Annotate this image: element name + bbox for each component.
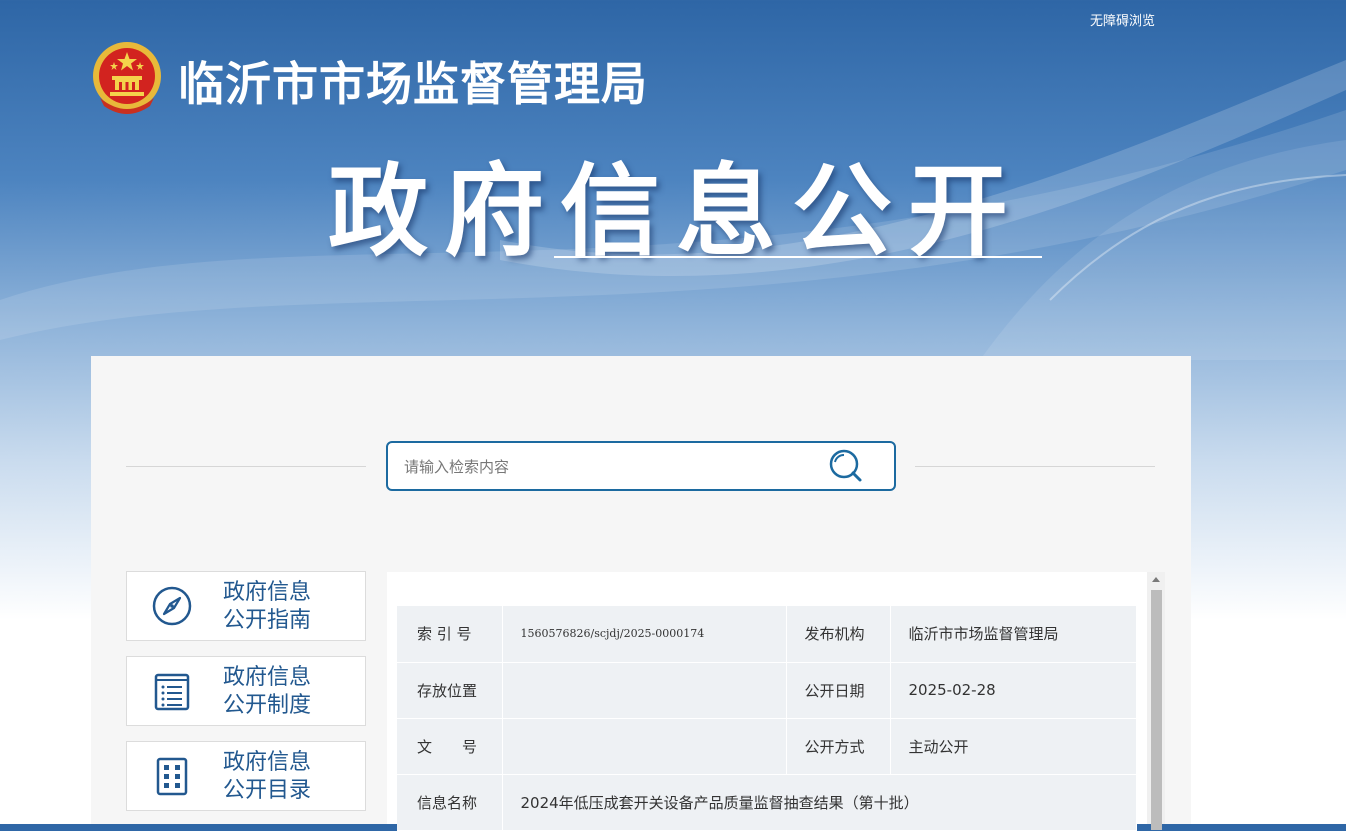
- compass-icon: [152, 586, 192, 626]
- location-value: [502, 662, 787, 719]
- nav-label-line1: 政府信息: [223, 750, 312, 775]
- location-label: 存放位置: [397, 662, 503, 719]
- info-table: 索 引 号 1560576826/scjdj/2025-0000174 发布机构…: [397, 606, 1137, 831]
- index-label: 索 引 号: [397, 606, 503, 663]
- main-panel: 政府信息 公开指南 政府信息 公开制度 政府信息 公开目录: [91, 356, 1191, 831]
- nav-label: 政府信息 公开指南: [223, 579, 353, 635]
- search-divider-left: [126, 466, 366, 467]
- nav-label-line1: 政府信息: [223, 580, 312, 605]
- mode-value: 主动公开: [890, 718, 1137, 775]
- table-row: 存放位置 公开日期 2025-02-28: [397, 662, 1137, 719]
- info-content-area: 索 引 号 1560576826/scjdj/2025-0000174 发布机构…: [387, 572, 1165, 831]
- mode-label: 公开方式: [786, 718, 891, 775]
- nav-label-line1: 政府信息: [223, 665, 312, 690]
- scroll-up-arrow-icon[interactable]: [1147, 572, 1165, 589]
- table-row: 文 号 公开方式 主动公开: [397, 718, 1137, 775]
- index-value: 1560576826/scjdj/2025-0000174: [502, 606, 787, 663]
- search-icon[interactable]: [826, 447, 866, 485]
- nav-card-system[interactable]: 政府信息 公开制度: [126, 656, 366, 726]
- content-scrollbar[interactable]: [1147, 572, 1165, 830]
- banner-underline: [554, 256, 1042, 258]
- table-row: 信息名称 2024年低压成套开关设备产品质量监督抽查结果（第十批）: [397, 774, 1137, 831]
- name-value: 2024年低压成套开关设备产品质量监督抽查结果（第十批）: [502, 774, 1137, 831]
- search-divider-right: [915, 466, 1155, 467]
- banner-title: 政府信息公开: [328, 153, 1024, 270]
- date-value: 2025-02-28: [890, 662, 1137, 719]
- scroll-thumb[interactable]: [1151, 590, 1162, 830]
- date-label: 公开日期: [786, 662, 891, 719]
- search-box: [386, 441, 896, 491]
- publisher-value: 临沂市市场监督管理局: [890, 606, 1137, 663]
- site-name: 临沂市市场监督管理局: [178, 57, 648, 111]
- docno-value: [502, 718, 787, 775]
- accessibility-link[interactable]: 无障碍浏览: [1090, 10, 1155, 29]
- nav-label-line2: 公开指南: [223, 608, 312, 633]
- nav-label-line2: 公开制度: [223, 693, 312, 718]
- table-row: 索 引 号 1560576826/scjdj/2025-0000174 发布机构…: [397, 606, 1137, 663]
- nav-card-catalog[interactable]: 政府信息 公开目录: [126, 741, 366, 811]
- docno-label: 文 号: [397, 718, 503, 775]
- list-document-icon: [154, 673, 190, 711]
- name-label: 信息名称: [397, 774, 503, 831]
- national-emblem: [93, 42, 161, 114]
- catalog-grid-icon: [156, 757, 188, 796]
- publisher-label: 发布机构: [786, 606, 891, 663]
- nav-label: 政府信息 公开目录: [223, 749, 353, 805]
- nav-label-line2: 公开目录: [223, 778, 312, 803]
- nav-card-guide[interactable]: 政府信息 公开指南: [126, 571, 366, 641]
- nav-label: 政府信息 公开制度: [223, 664, 353, 720]
- search-input[interactable]: [402, 443, 826, 491]
